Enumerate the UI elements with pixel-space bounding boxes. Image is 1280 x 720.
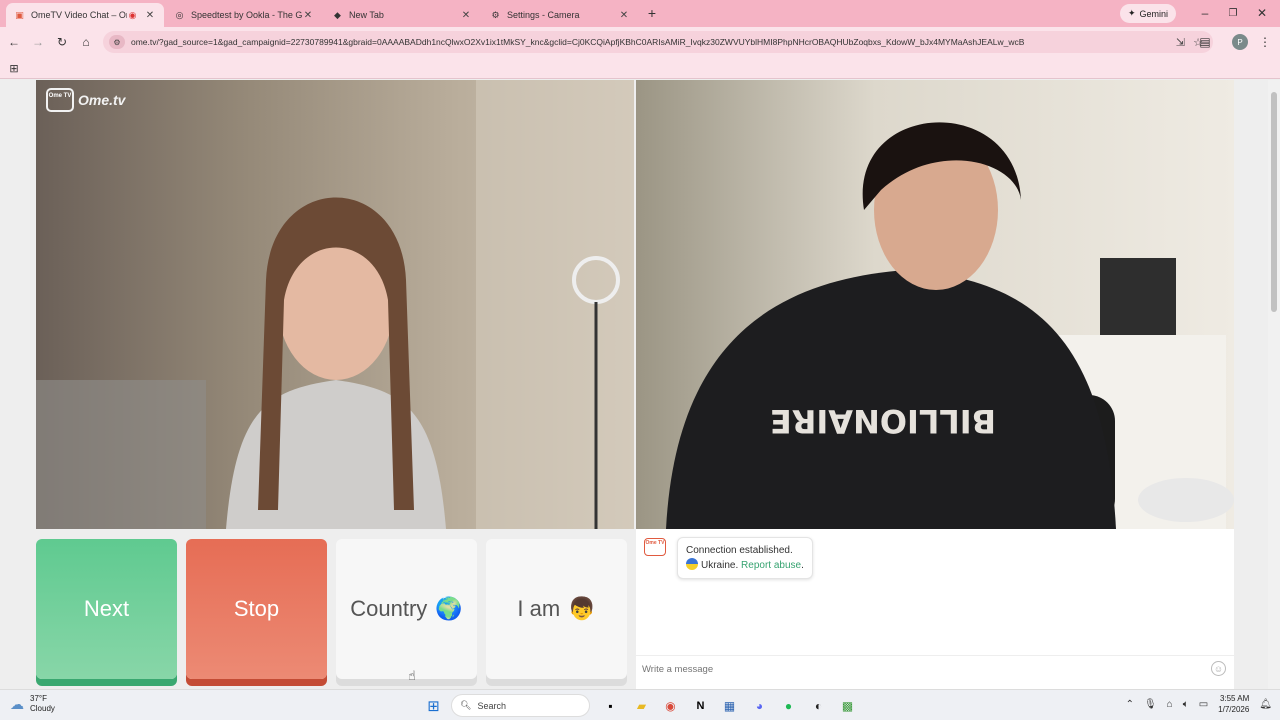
- reload-icon[interactable]: ↻: [53, 33, 71, 51]
- stranger-video-frame: [36, 80, 634, 529]
- tab-ometv[interactable]: ▣ OmeTV Video Chat – Ome ◉ ✕: [6, 3, 164, 27]
- microphone-icon[interactable]: 🎙︎: [1144, 699, 1157, 710]
- country-line: Ukraine. Report abuse.: [686, 558, 804, 573]
- settings-gear-icon: ⚙: [491, 9, 500, 20]
- apps-grid-icon[interactable]: ⊞: [5, 59, 23, 77]
- new-tab-button[interactable]: +: [643, 4, 661, 22]
- self-camera-frame: BILLIONAIRE: [666, 122, 1234, 529]
- notification-bell-icon[interactable]: 🔔︎: [1259, 699, 1272, 710]
- weather-desc: Cloudy: [30, 704, 55, 713]
- menu-kebab-icon[interactable]: ⋮: [1256, 33, 1274, 51]
- back-arrow-icon[interactable]: ←: [5, 33, 23, 51]
- newtab-favicon: ◆: [334, 9, 341, 20]
- spotify-icon[interactable]: ●: [780, 697, 797, 714]
- forward-arrow-icon[interactable]: →: [29, 33, 47, 51]
- scrollbar-thumb[interactable]: [1271, 92, 1277, 312]
- next-button[interactable]: Next: [36, 539, 177, 679]
- search-icon: 🔍︎: [460, 700, 472, 710]
- mouse-pointer-icon: ☝: [408, 668, 416, 683]
- site-info-icon[interactable]: ⚙: [109, 35, 125, 49]
- gender-select-button[interactable]: I am 👦: [486, 539, 627, 679]
- close-tab-icon[interactable]: ✕: [460, 10, 472, 21]
- close-tab-icon[interactable]: ✕: [302, 10, 314, 21]
- message-composer: ☺: [636, 655, 1234, 680]
- minimize-window-button[interactable]: –: [1196, 4, 1214, 22]
- maximize-window-button[interactable]: ❐: [1224, 4, 1242, 22]
- file-explorer-icon[interactable]: ▰: [633, 697, 650, 714]
- volume-icon[interactable]: 🔈︎: [1183, 699, 1189, 710]
- self-camera-video: BILLIONAIRE: [636, 80, 1234, 529]
- ometv-favicon: ▣: [15, 9, 24, 20]
- report-abuse-link[interactable]: Report abuse: [741, 560, 801, 571]
- ometv-page: Ome TV Ome.tv BILLIONAIRE Next Stop Coun…: [0, 80, 1268, 689]
- side-panel-icon[interactable]: ▤: [1196, 33, 1214, 51]
- gemini-button[interactable]: ✦ Gemini: [1120, 4, 1177, 23]
- emoji-smiley-icon[interactable]: ☺: [1211, 661, 1226, 676]
- chrome-icon[interactable]: ◉: [662, 697, 679, 714]
- ukraine-flag-icon: [686, 558, 698, 570]
- weather-widget[interactable]: ☁ 37°F Cloudy: [10, 694, 55, 714]
- chat-panel: Ome TV Connection established. Ukraine. …: [636, 529, 1234, 689]
- battery-icon[interactable]: ▭: [1199, 699, 1208, 710]
- recording-indicator-icon: ◉: [128, 9, 137, 20]
- system-tray: ⌃ 🎙︎ ⌂ 🔈︎ ▭ 3:55 AM 1/7/2026 🔔︎: [1126, 693, 1272, 715]
- taskbar-search[interactable]: 🔍︎ Search: [451, 694, 590, 717]
- close-tab-icon[interactable]: ✕: [144, 10, 156, 21]
- tab-newtab[interactable]: ◆ New Tab ✕: [324, 3, 480, 27]
- task-view-icon[interactable]: ▪: [602, 697, 619, 714]
- boy-emoji-icon: 👦: [568, 596, 596, 621]
- close-tab-icon[interactable]: ✕: [618, 10, 630, 21]
- cloud-icon: ☁: [10, 695, 24, 712]
- tv-logo-icon: Ome TV: [46, 88, 74, 112]
- home-icon[interactable]: ⌂: [77, 33, 95, 51]
- close-window-button[interactable]: ✕: [1253, 4, 1271, 22]
- sparkle-icon: ✦: [1128, 8, 1136, 18]
- profile-avatar[interactable]: P: [1232, 34, 1248, 50]
- weather-temp: 37°F: [30, 694, 47, 703]
- ometv-logo[interactable]: Ome TV Ome.tv: [46, 88, 125, 112]
- windows-start-icon[interactable]: ⊞: [425, 697, 442, 715]
- globe-icon: 🌍: [435, 596, 463, 621]
- install-app-icon[interactable]: ⇲: [1176, 36, 1185, 49]
- browser-tab-strip: ▣ OmeTV Video Chat – Ome ◉ ✕ ◎ Speedtest…: [0, 0, 1280, 27]
- browser-toolbar: ← → ↻ ⌂ ⚙ ome.tv/?gad_source=1&gad_campa…: [0, 27, 1280, 57]
- country-name: Ukraine.: [701, 560, 739, 571]
- network-icon[interactable]: ⌂: [1167, 699, 1173, 710]
- tab-settings-camera[interactable]: ⚙ Settings - Camera ✕: [482, 3, 638, 27]
- bookmarks-bar: ⊞: [0, 57, 1280, 79]
- stranger-video: Ome TV Ome.tv: [36, 80, 634, 529]
- minecraft-icon[interactable]: ▩: [839, 697, 856, 714]
- clock[interactable]: 3:55 AM 1/7/2026: [1218, 693, 1249, 715]
- message-input[interactable]: [642, 661, 1202, 677]
- svg-text:BILLIONAIRE: BILLIONAIRE: [770, 402, 996, 440]
- address-bar[interactable]: ⚙ ome.tv/?gad_source=1&gad_campaignid=22…: [103, 31, 1213, 53]
- speedtest-favicon: ◎: [175, 9, 184, 20]
- stop-button[interactable]: Stop: [186, 539, 327, 679]
- notion-icon[interactable]: N: [692, 697, 709, 714]
- page-scrollbar[interactable]: [1268, 80, 1280, 689]
- country-filter-button[interactable]: Country 🌍: [336, 539, 477, 679]
- tab-speedtest[interactable]: ◎ Speedtest by Ookla - The Globa ✕: [166, 3, 322, 27]
- app-dark-icon[interactable]: ◐: [810, 697, 827, 714]
- ometv-chat-logo-icon: Ome TV: [644, 538, 666, 556]
- chevron-up-icon[interactable]: ⌃: [1126, 699, 1134, 710]
- connection-status-text: Connection established.: [686, 545, 793, 556]
- app-grid-icon[interactable]: ▦: [721, 697, 738, 714]
- discord-icon[interactable]: ◕: [751, 697, 768, 714]
- windows-taskbar: ☁ 37°F Cloudy ⊞ 🔍︎ Search ▪ ▰ ◉ N ▦ ◕ ● …: [0, 689, 1280, 720]
- system-message-bubble: Connection established. Ukraine. Report …: [677, 537, 813, 579]
